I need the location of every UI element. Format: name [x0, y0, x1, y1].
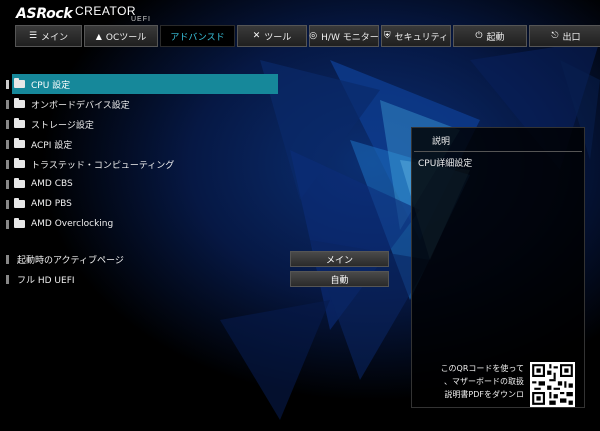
menu-item-label: トラステッド・コンピューティング — [31, 160, 175, 171]
menu-item-label: CPU 設定 — [31, 80, 71, 91]
menu-item-label: オンボードデバイス設定 — [31, 100, 130, 111]
gauge-icon: ◎ — [309, 31, 318, 41]
folder-icon — [14, 98, 25, 108]
folder-icon — [14, 138, 25, 148]
option-full-hd-label: フル HD UEFI — [6, 270, 75, 288]
folder-icon — [14, 178, 25, 188]
asrock-logo: ASRock — [16, 6, 73, 22]
item-marker — [6, 219, 9, 229]
uefi-label: UEFI — [131, 16, 151, 23]
menu-item-cpu-settings[interactable]: CPU 設定 — [6, 74, 278, 94]
menu-item-label: ストレージ設定 — [31, 120, 94, 131]
menu-item-acpi[interactable]: ACPI 設定 — [6, 134, 278, 154]
menu-item-amd-pbs[interactable]: AMD PBS — [6, 194, 278, 214]
menu-item-label: ACPI 設定 — [31, 140, 73, 151]
shield-icon: ⛨ — [383, 31, 391, 41]
qr-text-line: 、マザーボードの取扱 — [444, 377, 524, 386]
tab-label: H/W モニター — [321, 32, 379, 43]
folder-icon — [14, 158, 25, 168]
item-marker — [6, 139, 9, 149]
item-marker — [6, 199, 9, 209]
option-label: フル HD UEFI — [17, 275, 75, 286]
creator-label: CREATOR — [75, 4, 137, 18]
tab-label: セキュリティ — [394, 32, 449, 43]
tab-oc-tools[interactable]: ▲ OCツール — [84, 25, 158, 47]
menu-item-label: AMD PBS — [31, 199, 72, 209]
tab-exit[interactable]: ⎋ 出口 — [529, 25, 600, 47]
item-marker — [6, 254, 9, 264]
menu-item-amd-cbs[interactable]: AMD CBS — [6, 174, 278, 194]
tab-hw-monitor[interactable]: ◎ H/W モニター — [309, 25, 379, 47]
item-marker — [6, 159, 9, 169]
menu-item-trusted-computing[interactable]: トラステッド・コンピューティング — [6, 154, 278, 174]
item-marker — [6, 119, 9, 129]
menu-item-amd-overclocking[interactable]: AMD Overclocking — [6, 214, 278, 234]
option-label: 起動時のアクティブページ — [17, 255, 124, 266]
tab-label: OCツール — [105, 32, 147, 43]
item-marker — [6, 179, 9, 189]
folder-icon — [14, 198, 25, 208]
folder-icon — [14, 78, 25, 88]
tab-security[interactable]: ⛨ セキュリティ — [381, 25, 451, 47]
tab-tools[interactable]: ✕ ツール — [237, 25, 307, 47]
tab-label: 起動 — [486, 32, 505, 43]
tab-advanced[interactable]: アドバンスド — [160, 25, 235, 47]
advanced-menu-list: CPU 設定 オンボードデバイス設定 ストレージ設定 ACPI 設定 トラステッ… — [6, 74, 278, 234]
folder-icon — [14, 218, 25, 228]
folder-icon — [14, 118, 25, 128]
qr-text-line: 説明書PDFをダウンロ — [444, 390, 524, 399]
exit-icon: ⎋ — [551, 31, 559, 41]
tab-label: メイン — [41, 32, 69, 43]
power-icon: ⏻ — [475, 31, 483, 41]
full-hd-dropdown[interactable]: 自動 — [290, 271, 389, 287]
tab-main[interactable]: ☰ メイン — [15, 25, 82, 47]
flame-icon: ▲ — [95, 31, 102, 41]
tab-boot[interactable]: ⏻ 起動 — [453, 25, 527, 47]
menu-item-onboard-devices[interactable]: オンボードデバイス設定 — [6, 94, 278, 114]
help-title: 説明 — [432, 137, 451, 147]
option-active-page-label: 起動時のアクティブページ — [6, 250, 124, 268]
tab-label: アドバンスド — [170, 32, 225, 43]
list-icon: ☰ — [28, 31, 38, 41]
menu-item-storage[interactable]: ストレージ設定 — [6, 114, 278, 134]
item-marker — [6, 79, 9, 89]
help-divider — [414, 151, 582, 152]
tab-label: ツール — [264, 32, 292, 43]
tab-label: 出口 — [562, 32, 581, 43]
main-tabs: ☰ メイン ▲ OCツール アドバンスド ✕ ツール ◎ H/W モニター ⛨ … — [15, 25, 600, 47]
tools-icon: ✕ — [252, 31, 261, 41]
active-page-dropdown[interactable]: メイン — [290, 251, 389, 267]
item-marker — [6, 99, 9, 109]
help-description: CPU詳細設定 — [418, 159, 473, 169]
item-marker — [6, 274, 9, 284]
menu-item-label: AMD CBS — [31, 179, 73, 189]
qr-text-line: このQRコードを使って — [440, 364, 524, 373]
menu-item-label: AMD Overclocking — [31, 219, 114, 229]
qr-code-icon[interactable] — [530, 362, 575, 407]
